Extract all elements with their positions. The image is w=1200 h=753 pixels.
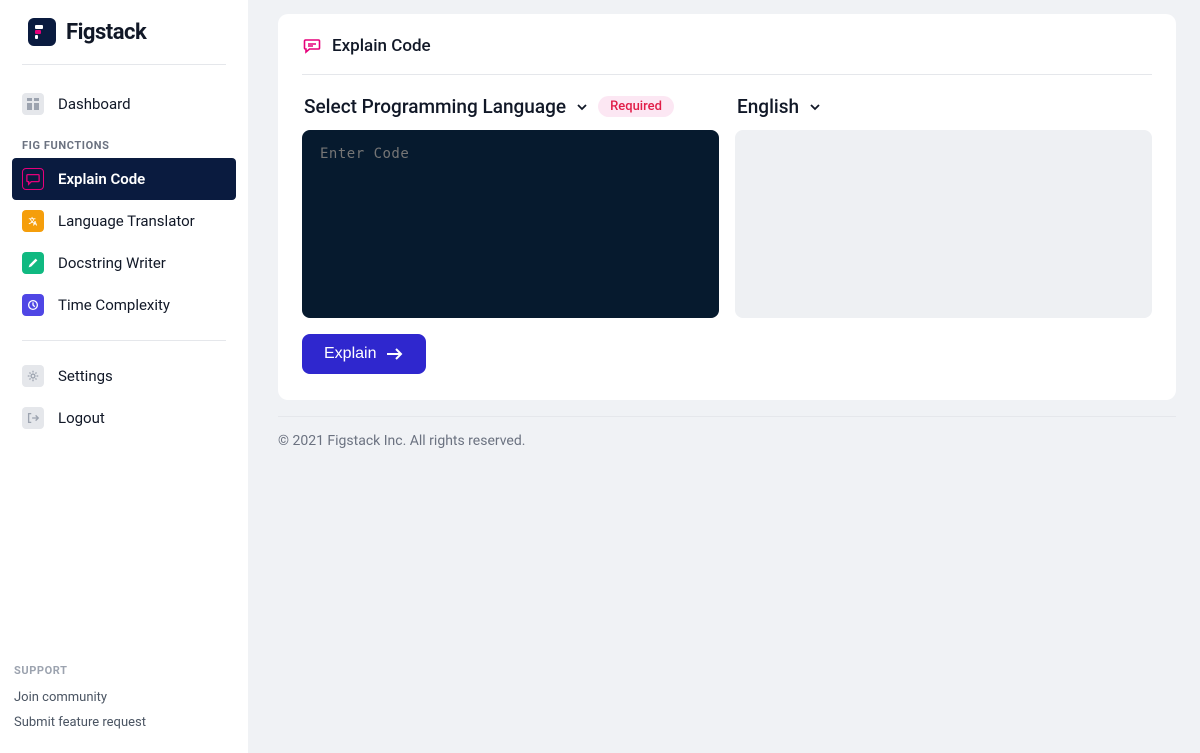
brand-logo[interactable]: Figstack	[22, 18, 226, 65]
sidebar-item-time-complexity[interactable]: Time Complexity	[12, 284, 236, 326]
nav-logout[interactable]: Logout	[12, 397, 236, 439]
footer-text: © 2021 Figstack Inc. All rights reserved…	[278, 433, 1176, 449]
output-language-label: English	[737, 95, 799, 118]
divider	[22, 340, 226, 341]
logo-mark-icon	[28, 18, 56, 46]
sidebar-item-language-translator[interactable]: 文 A Language Translator	[12, 200, 236, 242]
card-header: Explain Code	[302, 36, 1152, 75]
language-select-label: Select Programming Language	[304, 95, 566, 118]
chevron-down-icon	[576, 101, 588, 113]
output-box	[735, 130, 1152, 318]
translate-icon: 文 A	[22, 210, 44, 232]
sidebar-item-label: Time Complexity	[58, 296, 170, 314]
svg-text:A: A	[33, 220, 38, 227]
chevron-down-icon	[809, 101, 821, 113]
page-title: Explain Code	[332, 36, 431, 56]
brand-name: Figstack	[66, 20, 146, 45]
support-label: SUPPORT	[14, 664, 234, 685]
pencil-icon	[22, 252, 44, 274]
sidebar-item-label: Language Translator	[58, 212, 195, 230]
sidebar-item-label: Explain Code	[58, 170, 145, 188]
nav-logout-label: Logout	[58, 409, 105, 427]
page-card: Explain Code Select Programming Language…	[278, 14, 1176, 400]
logout-icon	[22, 407, 44, 429]
explain-button[interactable]: Explain	[302, 334, 426, 374]
chat-icon	[22, 168, 44, 190]
required-badge: Required	[598, 96, 674, 117]
section-label-functions: FIG FUNCTIONS	[12, 125, 236, 158]
language-select[interactable]: Select Programming Language Required	[302, 95, 719, 118]
support-link-feature[interactable]: Submit feature request	[14, 710, 234, 735]
sidebar-item-docstring-writer[interactable]: Docstring Writer	[12, 242, 236, 284]
support-section: SUPPORT Join community Submit feature re…	[12, 664, 236, 741]
gear-icon	[22, 365, 44, 387]
sidebar-item-explain-code[interactable]: Explain Code	[12, 158, 236, 200]
chat-icon	[302, 36, 322, 56]
nav-dashboard-label: Dashboard	[58, 95, 131, 113]
dashboard-icon	[22, 93, 44, 115]
nav-settings-label: Settings	[58, 367, 113, 385]
main-content: Explain Code Select Programming Language…	[248, 0, 1200, 753]
nav-dashboard[interactable]: Dashboard	[12, 83, 236, 125]
sidebar: Figstack Dashboard FIG FUNCTIONS Explain…	[0, 0, 248, 753]
code-input[interactable]	[302, 130, 719, 318]
sidebar-item-label: Docstring Writer	[58, 254, 166, 272]
arrow-right-icon	[386, 347, 404, 361]
explain-button-label: Explain	[324, 345, 376, 363]
output-language-select[interactable]: English	[735, 95, 1152, 118]
support-link-community[interactable]: Join community	[14, 685, 234, 710]
divider	[278, 416, 1176, 417]
nav-settings[interactable]: Settings	[12, 355, 236, 397]
clock-icon	[22, 294, 44, 316]
